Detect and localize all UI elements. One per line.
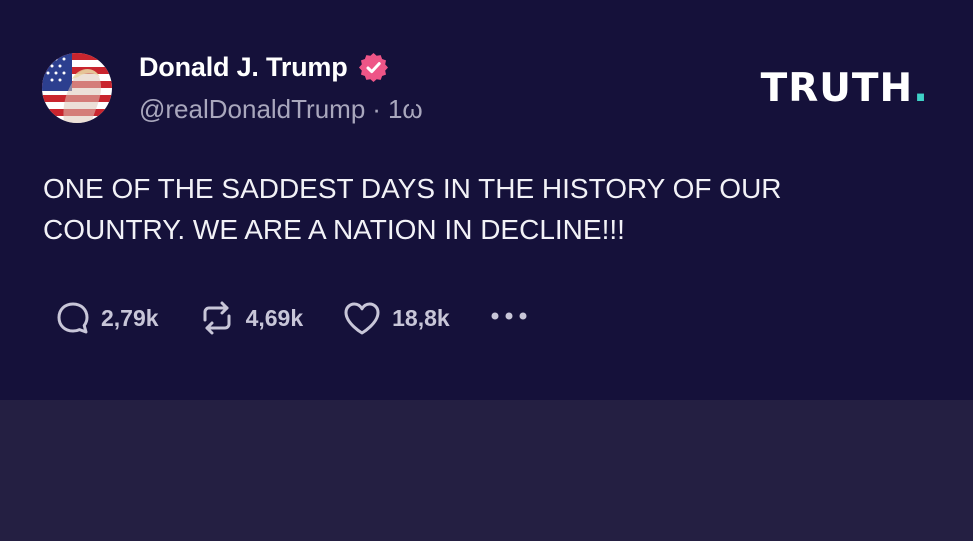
truth-social-logo: TRUTH. <box>761 66 929 111</box>
more-horizontal-icon <box>488 309 530 328</box>
retruth-button[interactable]: 4,69k <box>197 298 304 338</box>
verified-badge-icon <box>357 51 390 84</box>
post-card: Donald J. Trump @realDonaldTrump · 1ω TR… <box>0 0 973 400</box>
handle-separator: · <box>372 93 381 124</box>
retruth-icon <box>197 298 237 338</box>
brand-name: TRUTH <box>760 66 914 111</box>
avatar[interactable] <box>42 53 112 123</box>
author-name-row: Donald J. Trump <box>139 50 390 84</box>
reply-count: 2,79k <box>101 304 159 331</box>
reply-button[interactable]: 2,79k <box>54 299 159 337</box>
author-handle[interactable]: @realDonaldTrump <box>139 94 365 125</box>
more-options-button[interactable] <box>488 309 530 328</box>
post-text: ONE OF THE SADDEST DAYS IN THE HISTORY O… <box>43 173 782 245</box>
page-background-area <box>0 400 973 541</box>
like-count: 18,8k <box>392 304 450 331</box>
reply-icon <box>54 299 92 337</box>
author-display-name[interactable]: Donald J. Trump <box>139 52 348 83</box>
retruth-count: 4,69k <box>245 304 304 331</box>
author-handle-row: @realDonaldTrump · 1ω <box>139 92 423 126</box>
brand-dot: . <box>913 66 929 111</box>
post-actions: 2,79k 4,69k 18,8k <box>54 297 530 339</box>
post-timestamp[interactable]: 1ω <box>388 94 423 125</box>
like-button[interactable]: 18,8k <box>341 299 450 337</box>
heart-icon <box>341 299 383 337</box>
